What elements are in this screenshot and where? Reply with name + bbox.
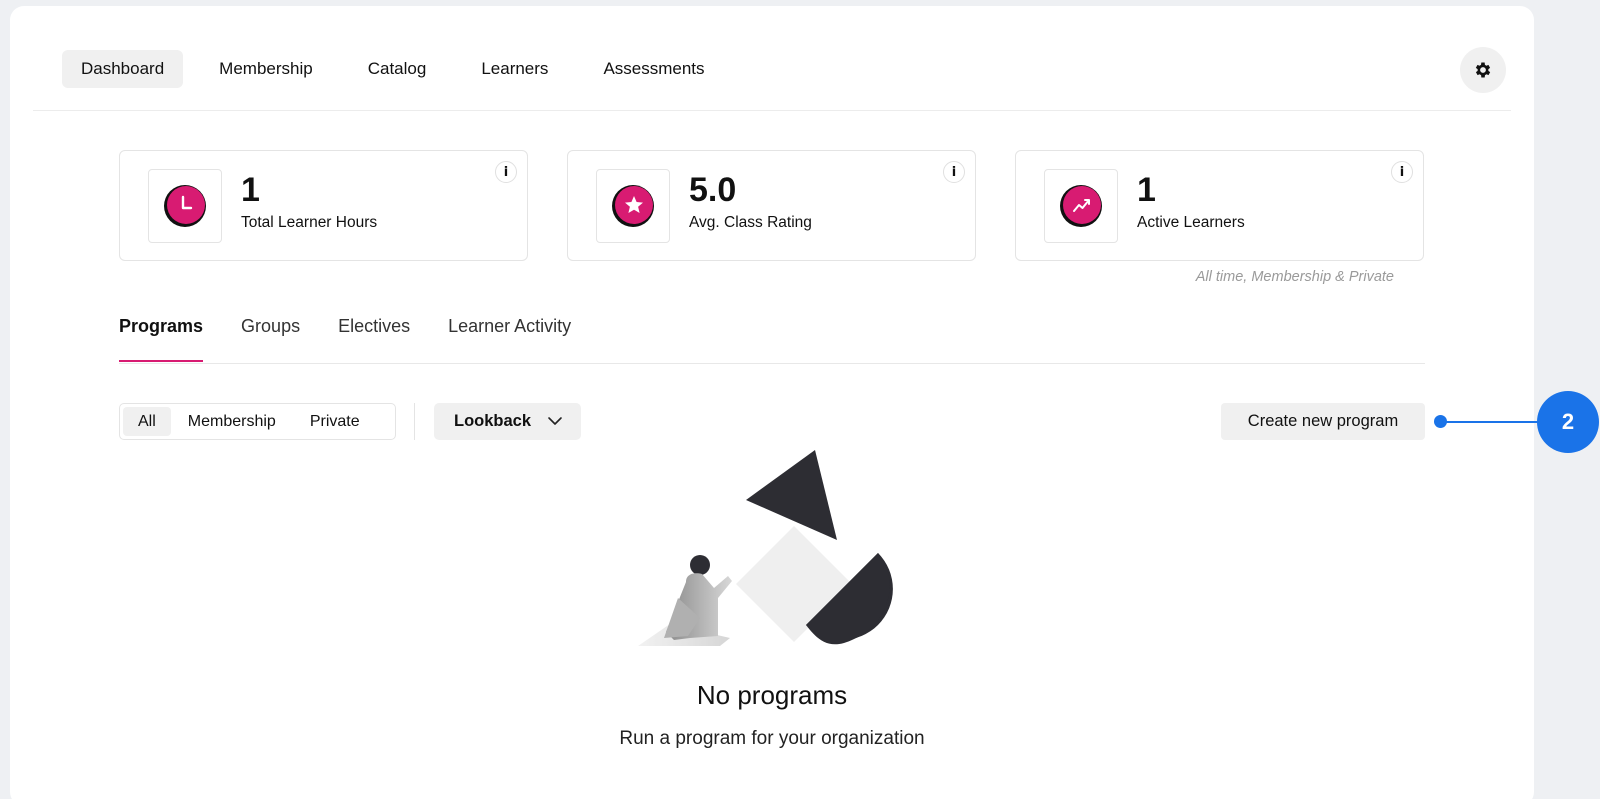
- info-icon[interactable]: i: [943, 161, 965, 183]
- stat-value: 1: [1137, 171, 1156, 209]
- stat-label: Total Learner Hours: [241, 214, 378, 231]
- create-new-program-button[interactable]: Create new program: [1221, 403, 1425, 440]
- lookback-dropdown[interactable]: Lookback: [434, 403, 581, 440]
- stat-value: 1: [241, 171, 260, 209]
- gear-icon: [1475, 62, 1491, 78]
- clock-icon: [164, 185, 206, 227]
- empty-state-subtitle: Run a program for your organization: [619, 728, 925, 749]
- tabs-divider: [119, 363, 1425, 364]
- filter-all[interactable]: All: [123, 407, 171, 436]
- info-icon[interactable]: i: [1391, 161, 1413, 183]
- callout-badge: 2: [1537, 391, 1599, 453]
- stat-label: Active Learners: [1137, 214, 1245, 231]
- stats-caption: All time, Membership & Private: [1195, 269, 1394, 285]
- tab-programs[interactable]: Programs: [119, 316, 204, 362]
- star-icon: [612, 185, 654, 227]
- top-nav: Dashboard Membership Catalog Learners As…: [62, 50, 741, 88]
- stat-icon-box: [596, 169, 670, 243]
- stat-card-class-rating: 5.0 Avg. Class Rating i: [567, 150, 976, 261]
- filter-membership[interactable]: Membership: [171, 407, 293, 436]
- filter-private[interactable]: Private: [293, 407, 377, 436]
- stat-icon-box: [148, 169, 222, 243]
- nav-divider: [33, 110, 1511, 111]
- nav-dashboard[interactable]: Dashboard: [62, 50, 184, 88]
- callout-line: [1440, 421, 1540, 423]
- nav-membership[interactable]: Membership: [200, 50, 332, 88]
- settings-button[interactable]: [1460, 47, 1506, 93]
- stat-label: Avg. Class Rating: [689, 214, 812, 231]
- tab-electives[interactable]: Electives: [338, 316, 410, 360]
- filter-divider: [414, 403, 415, 440]
- lookback-label: Lookback: [454, 412, 532, 430]
- tab-learner-activity[interactable]: Learner Activity: [448, 316, 571, 360]
- info-icon[interactable]: i: [495, 161, 517, 183]
- chevron-down-icon: [548, 417, 562, 425]
- empty-state-illustration: [638, 450, 893, 646]
- program-type-filter: All Membership Private: [119, 403, 396, 440]
- callout-dot: [1434, 415, 1447, 428]
- tab-groups[interactable]: Groups: [241, 316, 300, 360]
- nav-learners[interactable]: Learners: [462, 50, 567, 88]
- stat-card-learner-hours: 1 Total Learner Hours i: [119, 150, 528, 261]
- stat-icon-box: [1044, 169, 1118, 243]
- trend-up-icon: [1060, 185, 1102, 227]
- empty-state-title: No programs: [696, 680, 848, 710]
- nav-assessments[interactable]: Assessments: [584, 50, 723, 88]
- stat-card-active-learners: 1 Active Learners i: [1015, 150, 1424, 261]
- content-tabs: Programs Groups Electives Learner Activi…: [119, 316, 609, 362]
- nav-catalog[interactable]: Catalog: [349, 50, 446, 88]
- stat-value: 5.0: [689, 171, 737, 209]
